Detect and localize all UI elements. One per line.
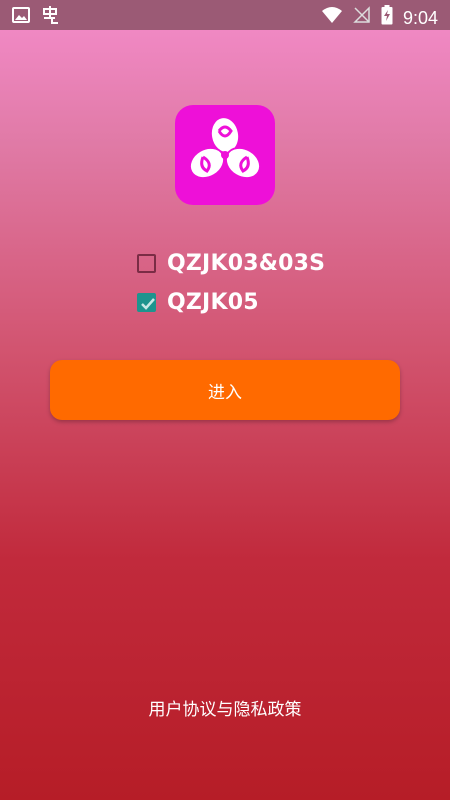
battery-charging-icon bbox=[381, 5, 393, 30]
image-icon bbox=[12, 6, 30, 29]
app-notification-icon bbox=[40, 5, 60, 30]
clock-time: 9:04 bbox=[402, 7, 438, 28]
app-logo bbox=[175, 105, 275, 205]
privacy-policy-link[interactable]: 用户协议与隐私政策 bbox=[0, 695, 450, 720]
enter-button-label: 进入 bbox=[208, 382, 242, 403]
option-qzjk05[interactable]: QZJK05 bbox=[137, 290, 259, 315]
checkbox-qzjk05[interactable] bbox=[137, 293, 156, 312]
status-left-icons bbox=[12, 5, 60, 30]
option-label-qzjk03: QZJK03&03S bbox=[167, 251, 326, 276]
status-right-icons: 9:04 bbox=[321, 5, 438, 30]
wifi-icon bbox=[321, 6, 343, 29]
flower-logo-icon bbox=[185, 113, 265, 197]
option-label-qzjk05: QZJK05 bbox=[167, 290, 259, 315]
status-bar: 9:04 bbox=[0, 0, 450, 30]
checkbox-qzjk03[interactable] bbox=[137, 254, 156, 273]
no-signal-icon bbox=[353, 6, 371, 29]
check-icon bbox=[141, 298, 155, 310]
enter-button[interactable]: 进入 bbox=[50, 360, 400, 420]
option-qzjk03[interactable]: QZJK03&03S bbox=[137, 251, 325, 276]
